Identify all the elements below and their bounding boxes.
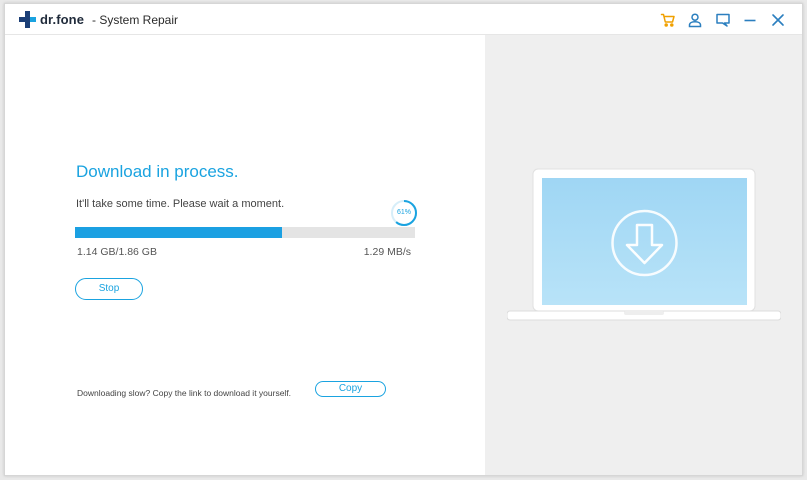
window-title: - System Repair [92,13,179,27]
slow-download-hint: Downloading slow? Copy the link to downl… [77,388,292,398]
wait-message: It'll take some time. Please wait a mome… [76,198,285,210]
chat-icon[interactable] [715,12,731,28]
illustration-panel [485,35,802,475]
app-window: dr.fone - System Repair Download in proc… [4,3,803,476]
stop-button[interactable]: Stop [75,278,143,300]
brand-name: dr.fone [40,12,85,27]
percent-label: 61% [396,209,411,216]
download-panel: Download in process. It'll take some tim… [5,35,485,475]
user-icon[interactable] [687,12,703,28]
laptop-illustration [507,168,781,321]
title-bar: dr.fone - System Repair [5,4,802,35]
copy-link-button[interactable]: Copy [315,381,386,397]
download-heading: Download in process. [76,162,239,181]
cart-icon[interactable] [660,12,676,28]
progress-bar [75,227,415,238]
minimize-icon[interactable] [742,12,758,28]
close-icon[interactable] [770,12,786,28]
drfone-logo-icon [19,11,36,28]
download-speed: 1.29 MB/s [363,246,411,258]
progress-fill [75,227,283,238]
downloaded-size: 1.14 GB/1.86 GB [77,246,157,258]
